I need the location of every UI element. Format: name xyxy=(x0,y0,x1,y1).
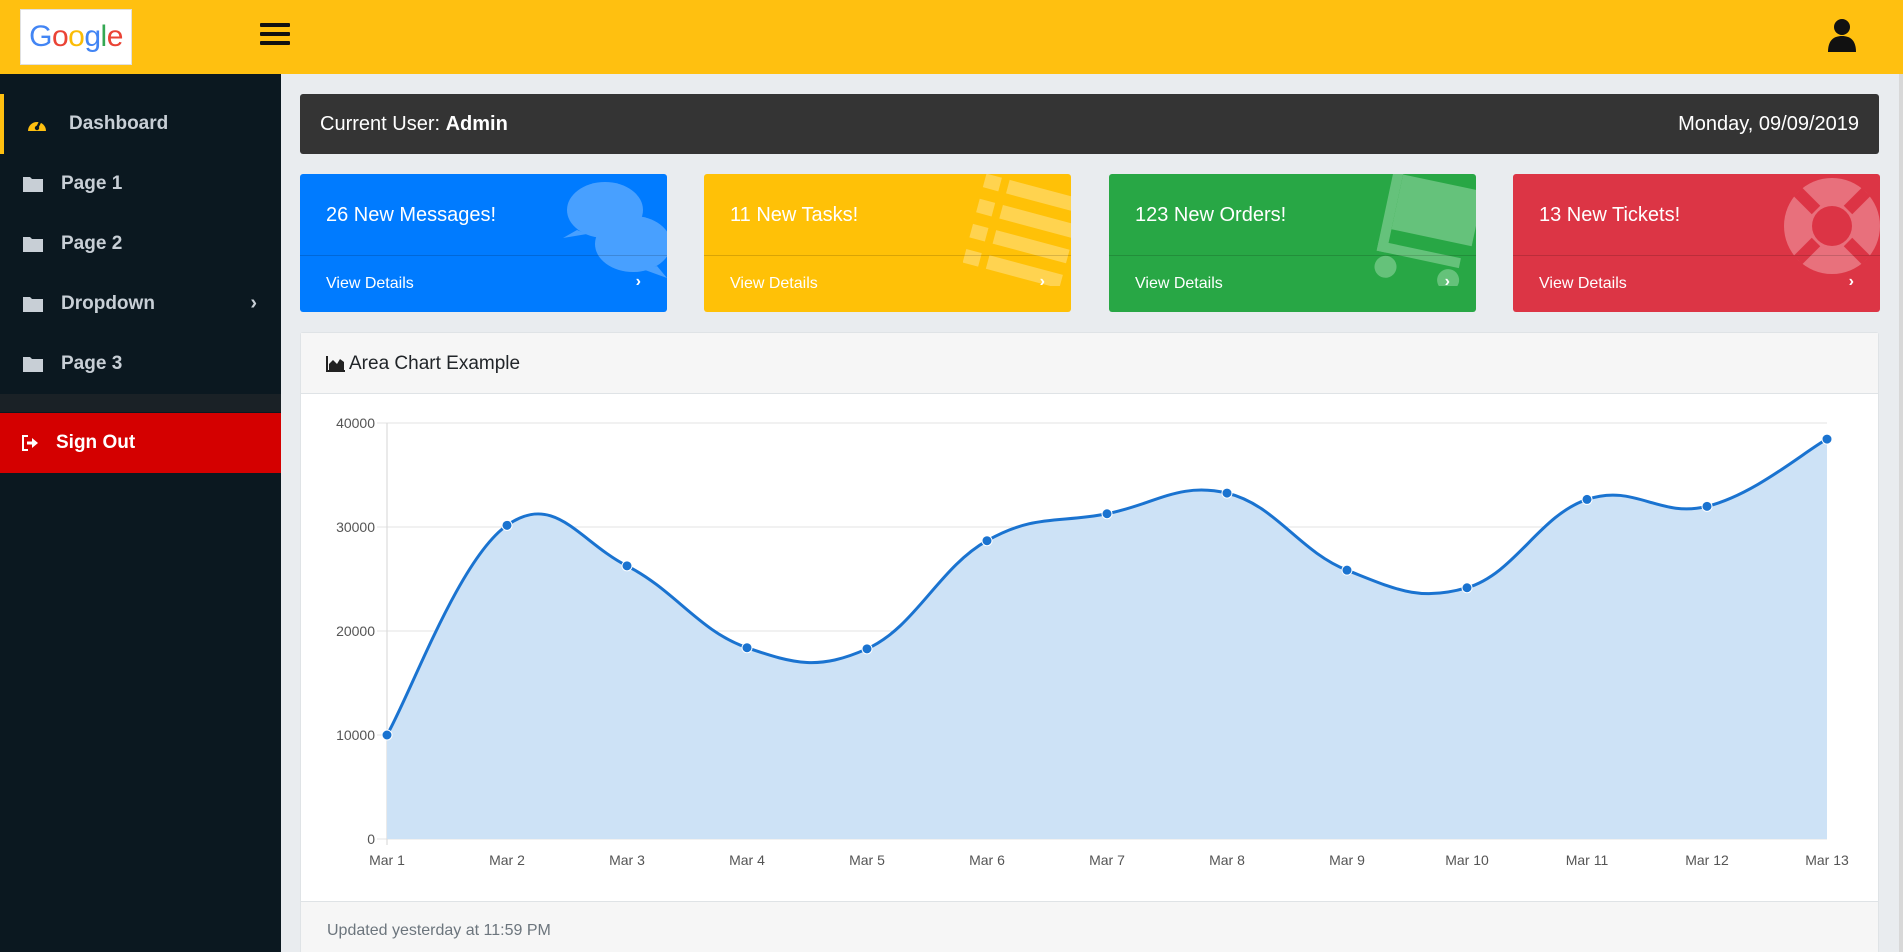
y-tick-label: 30000 xyxy=(336,519,375,535)
data-point xyxy=(1341,564,1353,576)
card-title: 123 New Orders! xyxy=(1135,204,1287,226)
current-user-prefix: Current User: xyxy=(320,113,446,135)
view-details-label: View Details xyxy=(1539,275,1627,292)
chevron-right-icon: › xyxy=(635,273,641,290)
folder-icon xyxy=(23,237,43,252)
area-chart-card: Area Chart Example 0 10000 20000 30000 40000… xyxy=(300,332,1879,952)
y-tick-label: 40000 xyxy=(336,415,375,431)
chart-updated-text: Updated yesterday at 11:59 PM xyxy=(327,922,551,939)
data-point xyxy=(501,519,513,531)
data-point xyxy=(1461,582,1473,594)
x-tick-label: Mar 4 xyxy=(729,852,765,868)
y-tick-label: 10000 xyxy=(336,727,375,743)
orders-card: 123 New Orders! View Details › xyxy=(1109,174,1476,312)
x-tick-label: Mar 5 xyxy=(849,852,885,868)
view-details-link[interactable]: View Details › xyxy=(704,255,1071,312)
x-tick-label: Mar 9 xyxy=(1329,852,1365,868)
x-tick-label: Mar 8 xyxy=(1209,852,1245,868)
menu-toggle-icon[interactable] xyxy=(260,18,290,52)
sign-out-button[interactable]: Sign Out xyxy=(0,413,281,473)
view-details-label: View Details xyxy=(326,275,414,292)
view-details-label: View Details xyxy=(1135,275,1223,292)
current-user-name: Admin xyxy=(445,113,508,135)
chevron-right-icon: › xyxy=(1039,273,1045,290)
sidebar-item-dashboard[interactable]: Dashboard xyxy=(0,94,281,154)
data-point xyxy=(741,642,753,654)
area-chart-icon xyxy=(326,356,345,372)
current-date: Monday, 09/09/2019 xyxy=(1678,113,1859,135)
x-tick-label: Mar 11 xyxy=(1566,852,1609,868)
folder-icon xyxy=(23,177,43,192)
sidebar-item-label: Dashboard xyxy=(69,113,169,134)
brand-logo-text: Google xyxy=(29,20,123,54)
data-point xyxy=(1821,433,1833,445)
data-point xyxy=(381,729,393,741)
chart-title: Area Chart Example xyxy=(349,353,521,374)
sign-out-icon xyxy=(22,435,38,451)
current-user: Current User: Admin xyxy=(320,113,508,136)
view-details-label: View Details xyxy=(730,275,818,292)
messages-card: 26 New Messages! View Details › xyxy=(300,174,667,312)
chevron-right-icon: › xyxy=(1848,273,1854,290)
x-tick-label: Mar 3 xyxy=(609,852,645,868)
data-point xyxy=(981,535,993,547)
logo-letter: o xyxy=(51,20,69,53)
sidebar-item-page-1[interactable]: Page 1 xyxy=(0,154,281,214)
card-title: 26 New Messages! xyxy=(326,204,497,226)
sidebar-item-dropdown[interactable]: Dropdown › xyxy=(0,274,281,334)
x-tick-label: Mar 10 xyxy=(1445,852,1489,868)
x-tick-label: Mar 7 xyxy=(1089,852,1125,868)
data-point xyxy=(1701,500,1713,512)
x-tick-label: Mar 6 xyxy=(969,852,1005,868)
logo-letter: G xyxy=(29,20,52,53)
user-icon[interactable] xyxy=(1827,18,1857,52)
card-title: 11 New Tasks! xyxy=(730,204,859,226)
top-navbar: Google xyxy=(0,0,1903,74)
view-details-link[interactable]: View Details › xyxy=(1513,255,1880,312)
sidebar-item-page-2[interactable]: Page 2 xyxy=(0,214,281,274)
card-title: 13 New Tickets! xyxy=(1539,204,1681,226)
logo-letter: g xyxy=(84,20,101,53)
current-user-bar: Current User: Admin Monday, 09/09/2019 xyxy=(300,94,1879,154)
folder-icon xyxy=(23,297,43,312)
logo-letter: o xyxy=(68,20,85,53)
sidebar-item-label: Page 1 xyxy=(61,173,123,194)
folder-icon xyxy=(23,357,43,372)
area-fill xyxy=(387,439,1827,839)
tickets-card: 13 New Tickets! View Details › xyxy=(1513,174,1880,312)
sidebar-item-page-3[interactable]: Page 3 xyxy=(0,334,281,394)
sign-out-label: Sign Out xyxy=(56,432,136,453)
sidebar-item-label: Dropdown xyxy=(61,293,155,314)
x-tick-label: Mar 12 xyxy=(1685,852,1729,868)
brand-logo[interactable]: Google xyxy=(20,9,132,65)
chart-card-header: Area Chart Example xyxy=(301,333,1878,394)
y-tick-label: 20000 xyxy=(336,623,375,639)
chart-card-footer: Updated yesterday at 11:59 PM xyxy=(301,901,1878,952)
tasks-card: 11 New Tasks! View Details › xyxy=(704,174,1071,312)
logo-letter: e xyxy=(106,20,124,53)
sidebar-item-label: Page 2 xyxy=(61,233,123,254)
x-tick-label: Mar 2 xyxy=(489,852,525,868)
data-point xyxy=(1221,487,1233,499)
data-point xyxy=(1581,493,1593,505)
area-chart: 0 10000 20000 30000 40000 Mar 1 Mar 2 Mar 3 Mar … xyxy=(336,415,1849,868)
sidebar: Dashboard Page 1 Page 2 Dropdown › Page … xyxy=(0,74,281,952)
x-tick-label: Mar 13 xyxy=(1805,852,1849,868)
chevron-right-icon: › xyxy=(1444,273,1450,290)
data-point xyxy=(861,643,873,655)
x-tick-label: Mar 1 xyxy=(369,852,405,868)
data-point xyxy=(621,560,633,572)
data-point xyxy=(1101,508,1113,520)
view-details-link[interactable]: View Details › xyxy=(300,255,667,312)
view-details-link[interactable]: View Details › xyxy=(1109,255,1476,312)
chevron-right-icon: › xyxy=(250,292,257,314)
y-tick-label: 0 xyxy=(367,831,375,847)
sidebar-item-label: Page 3 xyxy=(61,353,123,374)
sidebar-divider xyxy=(0,394,281,412)
page-scrollbar[interactable] xyxy=(1899,74,1903,952)
dashboard-gauge-icon xyxy=(28,119,46,131)
